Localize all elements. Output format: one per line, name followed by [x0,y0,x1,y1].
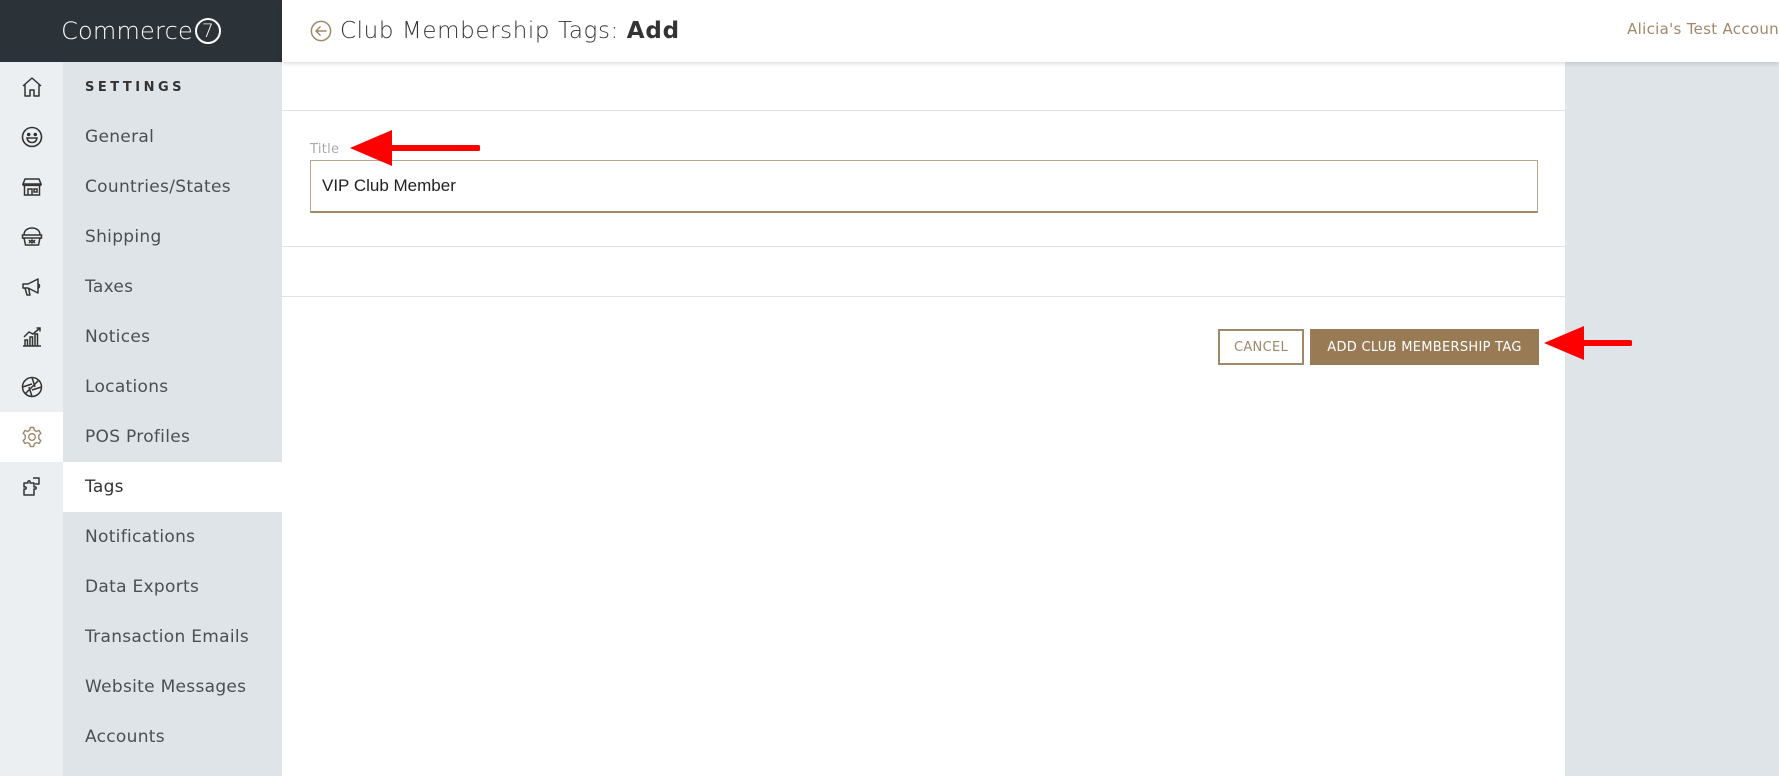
megaphone-icon [21,278,40,296]
settings-item-notices[interactable]: Notices [63,312,282,362]
chart-icon [22,327,41,347]
rail-item-apps[interactable] [0,462,63,512]
settings-item-data-exports[interactable]: Data Exports [63,562,282,612]
rail-item-home[interactable] [0,62,63,112]
brand-name: Commerce [61,17,193,45]
basket-icon [21,227,42,246]
settings-item-countries-states[interactable]: Countries/States [63,162,282,212]
annotation-arrow-icon [1544,326,1632,360]
rail-item-products[interactable] [0,212,63,262]
rail-item-store[interactable] [0,162,63,212]
icon-rail [0,62,63,776]
add-club-membership-tag-button[interactable]: ADD CLUB MEMBERSHIP TAG [1310,329,1539,365]
settings-item-pos-profiles[interactable]: POS Profiles [63,412,282,462]
title-input[interactable] [310,160,1538,213]
settings-item-shipping[interactable]: Shipping [63,212,282,262]
right-panel [1565,62,1779,776]
smiley-icon [21,126,42,148]
main-content: Title CANCEL ADD CLUB MEMBERSHIP TAG [282,62,1565,776]
rail-item-settings[interactable] [0,412,63,462]
settings-item-taxes[interactable]: Taxes [63,262,282,312]
rail-item-customers[interactable] [0,112,63,162]
title-label: Title [310,142,340,157]
puzzle-icon [22,477,40,496]
cancel-button[interactable]: CANCEL [1218,329,1304,365]
account-switcher[interactable]: Alicia's Test Accoun [1627,20,1779,38]
page-title-action: Add [626,18,680,44]
settings-item-accounts[interactable]: Accounts [63,712,282,762]
aperture-icon [21,376,42,398]
page-title-prefix: Club Membership Tags: [340,18,619,44]
settings-item-locations[interactable]: Locations [63,362,282,412]
annotation-arrow-icon [350,130,480,166]
settings-item-notifications[interactable]: Notifications [63,512,282,562]
settings-item-tags[interactable]: Tags [63,462,282,512]
section-divider [282,296,1565,297]
settings-menu: SETTINGS General Countries/States Shippi… [63,62,282,776]
settings-item-transaction-emails[interactable]: Transaction Emails [63,612,282,662]
section-divider [282,110,1565,111]
rail-item-marketing[interactable] [0,262,63,312]
home-icon [22,77,41,97]
back-arrow-icon[interactable] [310,20,332,42]
gear-icon [22,426,41,448]
settings-heading: SETTINGS [85,80,186,95]
app-window: Commerce 7 SETTINGS General Countries/St… [0,0,1779,776]
rail-item-reports[interactable] [0,312,63,362]
rail-item-pos[interactable] [0,362,63,412]
page-title: Club Membership Tags: Add [340,18,680,44]
store-icon [21,178,42,196]
settings-item-website-messages[interactable]: Website Messages [63,662,282,712]
brand-mark: 7 [194,18,221,44]
brand-logo[interactable]: Commerce 7 [0,0,282,62]
settings-item-general[interactable]: General [63,112,282,162]
section-divider [282,246,1565,247]
page-header: Club Membership Tags: Add Alicia's Test … [282,0,1779,62]
